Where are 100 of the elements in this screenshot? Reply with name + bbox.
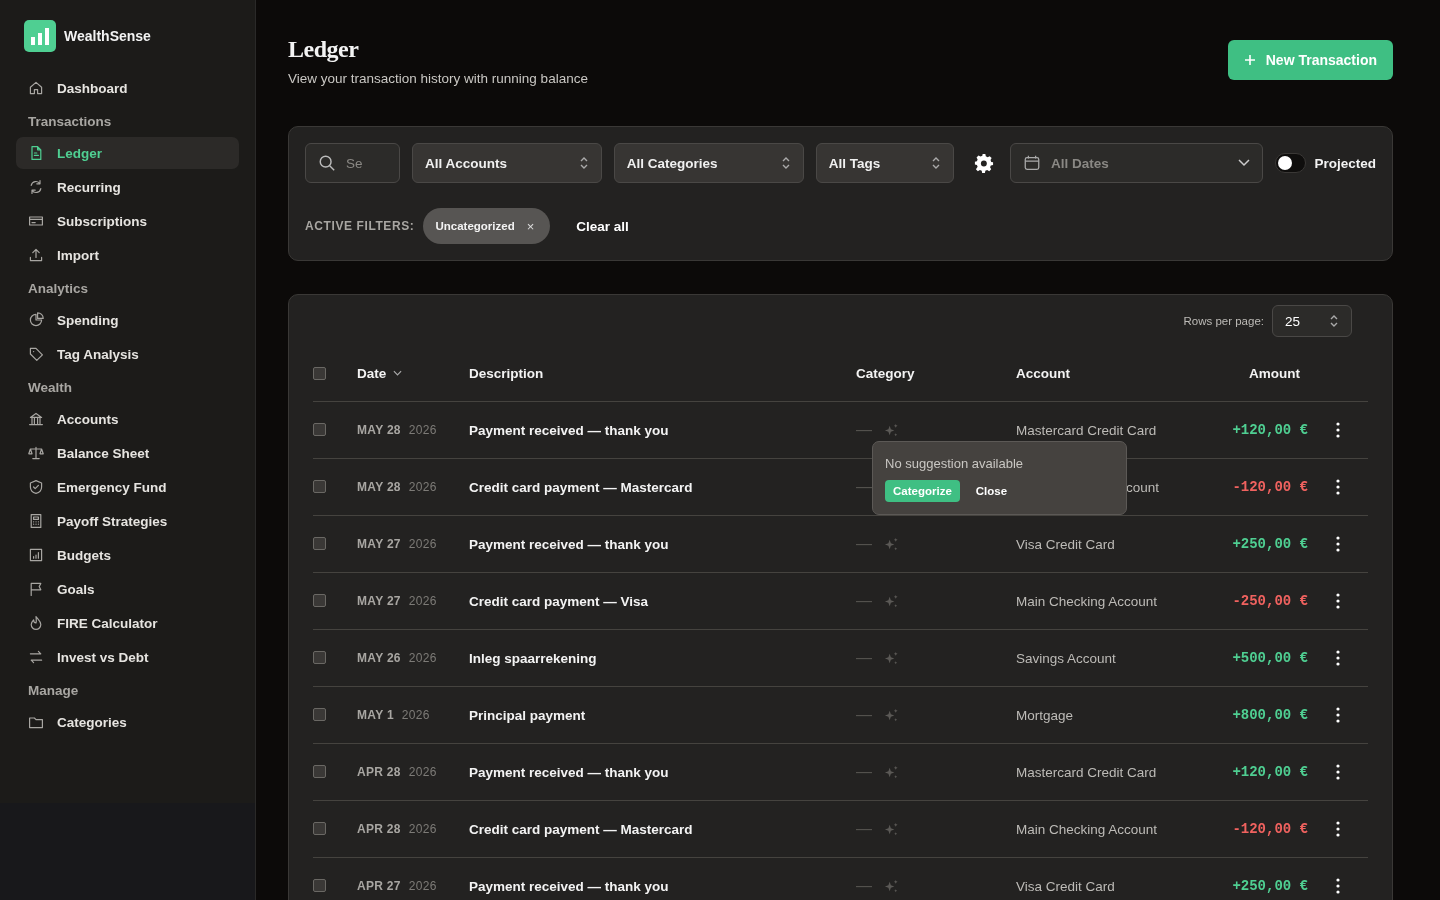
sidebar-item[interactable]: Accounts: [16, 403, 239, 435]
description-cell-text: Credit card payment — Mastercard: [469, 821, 694, 837]
sidebar-item[interactable]: Import: [16, 239, 239, 271]
sparkle-icon[interactable]: [884, 593, 899, 609]
empty-category: —: [856, 592, 872, 610]
section-heading: Wealth: [27, 379, 73, 397]
nav-icon: [28, 346, 44, 362]
updown-icon: [1329, 313, 1339, 329]
sidebar-item[interactable]: FIRE Calculator: [16, 607, 239, 639]
remove-button[interactable]: ×: [526, 218, 535, 234]
nav-icon: [28, 581, 44, 597]
search-field[interactable]: Se: [305, 143, 400, 183]
account-select[interactable]: All Accounts: [412, 143, 602, 183]
year-text: 2026: [408, 423, 437, 437]
row-checkbox[interactable]: [313, 536, 326, 550]
updown-icon: [931, 155, 942, 171]
sparkle-icon[interactable]: [884, 707, 899, 723]
date-select[interactable]: All Dates: [1009, 143, 1263, 183]
empty-category: —: [856, 421, 872, 439]
more-icon[interactable]: [1336, 821, 1340, 837]
column-header: Category: [856, 365, 916, 381]
date-text: MAY 28: [357, 480, 401, 494]
account-cell-text: Main Checking Account: [1016, 821, 1159, 837]
year-text: 2026: [408, 822, 437, 836]
sidebar-item[interactable]: Ledger: [16, 137, 239, 169]
row-checkbox[interactable]: [313, 593, 326, 607]
year-text: 2026: [408, 651, 437, 665]
description-cell-text: Payment received — thank you: [469, 422, 670, 438]
sidebar-item[interactable]: Payoff Strategies: [16, 505, 239, 537]
more-icon[interactable]: [1336, 536, 1340, 552]
sidebar-item[interactable]: Dashboard: [16, 72, 239, 104]
row-checkbox[interactable]: [313, 422, 326, 436]
sparkle-icon[interactable]: [884, 764, 899, 780]
amount-cell-text: +250,00 €: [1231, 878, 1308, 894]
sidebar-item[interactable]: Emergency Fund: [16, 471, 239, 503]
sidebar-item[interactable]: Invest vs Debt: [16, 641, 239, 673]
column-header: Description: [469, 365, 545, 381]
row-checkbox[interactable]: [313, 707, 326, 721]
chevron-down-icon: [1237, 159, 1250, 167]
close-button[interactable]: Close: [975, 485, 1008, 497]
column-header[interactable]: Date: [357, 365, 387, 381]
search-icon: [318, 154, 336, 172]
more-icon[interactable]: [1336, 707, 1340, 723]
amount-cell-text: +500,00 €: [1231, 650, 1308, 666]
description-cell-text: Payment received — thank you: [469, 878, 670, 894]
category-select[interactable]: All Categories: [613, 143, 804, 183]
section-heading: Transactions: [27, 113, 113, 131]
sidebar-item[interactable]: Categories: [16, 706, 239, 738]
app-name: WealthSense: [64, 28, 151, 44]
account-cell-text: Visa Credit Card: [1016, 536, 1116, 552]
tag-select[interactable]: All Tags: [815, 143, 955, 183]
nav-icon: [28, 547, 44, 563]
rows-per-page-select[interactable]: 25: [1272, 305, 1352, 337]
date-text: APR 28: [357, 822, 401, 836]
row-checkbox[interactable]: [313, 878, 326, 892]
sidebar-item[interactable]: Balance Sheet: [16, 437, 239, 469]
row-checkbox[interactable]: [313, 764, 326, 778]
plus-icon: [1243, 54, 1256, 66]
column-header: Amount: [1248, 365, 1301, 381]
more-icon[interactable]: [1336, 650, 1340, 666]
nav-icon: [28, 615, 44, 631]
sparkle-icon[interactable]: [884, 878, 899, 894]
more-icon[interactable]: [1336, 479, 1340, 495]
account-cell-text: Mastercard Credit Card: [1016, 422, 1158, 438]
row-checkbox[interactable]: [313, 821, 326, 835]
sidebar-item[interactable]: Subscriptions: [16, 205, 239, 237]
account-cell-text: Savings Account: [1016, 650, 1117, 666]
projected-toggle[interactable]: [1274, 153, 1307, 173]
sparkle-icon[interactable]: [884, 422, 899, 438]
sidebar-item[interactable]: Recurring: [16, 171, 239, 203]
nav-icon: [28, 213, 44, 229]
clear-all-link[interactable]: Clear all: [570, 217, 635, 235]
page-title: Ledger: [288, 36, 360, 63]
settings-icon[interactable]: [974, 153, 994, 173]
date-text: MAY 27: [357, 537, 401, 551]
amount-cell-text: -250,00 €: [1231, 593, 1308, 609]
row-checkbox[interactable]: [313, 479, 326, 493]
description-cell-text: Credit card payment — Mastercard: [469, 479, 694, 495]
row-checkbox[interactable]: [313, 650, 326, 664]
sidebar-item[interactable]: Budgets: [16, 539, 239, 571]
account-cell-text: Mastercard Credit Card: [1016, 764, 1158, 780]
nav-icon: [28, 649, 44, 665]
year-text: 2026: [408, 765, 437, 779]
sparkle-icon[interactable]: [884, 821, 899, 837]
year-text: 2026: [408, 879, 437, 893]
sidebar-item[interactable]: Goals: [16, 573, 239, 605]
sidebar-item[interactable]: Tag Analysis: [16, 338, 239, 370]
select-all-checkbox[interactable]: [313, 366, 326, 380]
toggle-label: Projected: [1314, 155, 1376, 171]
more-icon[interactable]: [1336, 422, 1340, 438]
sparkle-icon[interactable]: [884, 536, 899, 552]
more-icon[interactable]: [1336, 878, 1340, 894]
amount-cell-text: +800,00 €: [1231, 707, 1308, 723]
description-cell-text: Credit card payment — Visa: [469, 593, 650, 609]
more-icon[interactable]: [1336, 593, 1340, 609]
sidebar-item[interactable]: Spending: [16, 304, 239, 336]
chevron-down-icon: [393, 370, 403, 376]
more-icon[interactable]: [1336, 764, 1340, 780]
sparkle-icon[interactable]: [884, 650, 899, 666]
date-text: MAY 26: [357, 651, 401, 665]
